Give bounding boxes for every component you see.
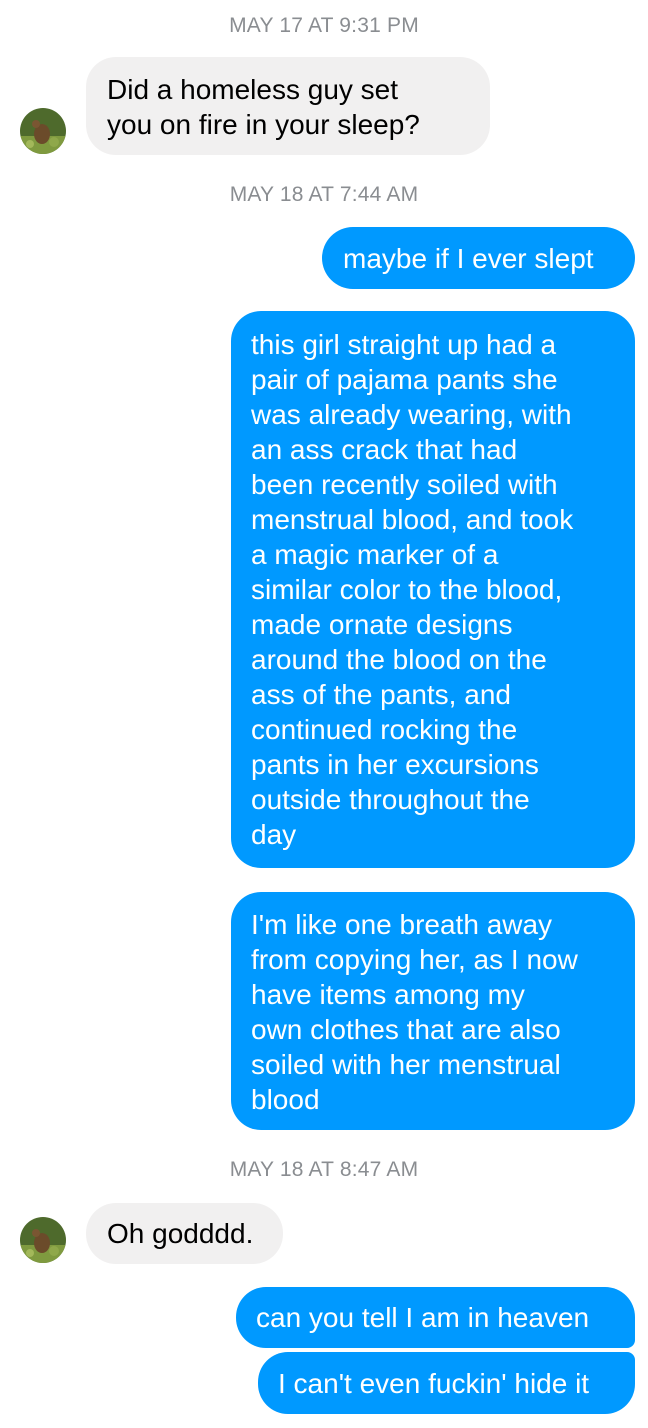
timestamp: MAY 18 AT 8:47 AM: [229, 1158, 419, 1181]
timestamp: MAY 17 AT 9:31 PM: [229, 14, 419, 37]
sent-message-bubble[interactable]: maybe if I ever slept: [322, 227, 635, 289]
sent-message-bubble[interactable]: can you tell I am in heaven: [236, 1287, 635, 1348]
contact-photo-avatar-icon[interactable]: [20, 108, 66, 154]
received-message-bubble[interactable]: Oh godddd.: [86, 1203, 283, 1264]
sent-message-bubble[interactable]: I'm like one breath away from copying he…: [231, 892, 635, 1130]
received-message-bubble[interactable]: Did a homeless guy set you on fire in yo…: [86, 57, 490, 155]
timestamp: MAY 18 AT 7:44 AM: [229, 183, 419, 206]
sent-message-bubble[interactable]: this girl straight up had a pair of paja…: [231, 311, 635, 868]
sent-message-bubble[interactable]: I can't even fuckin' hide it: [258, 1352, 635, 1414]
contact-photo-avatar-icon[interactable]: [20, 1217, 66, 1263]
